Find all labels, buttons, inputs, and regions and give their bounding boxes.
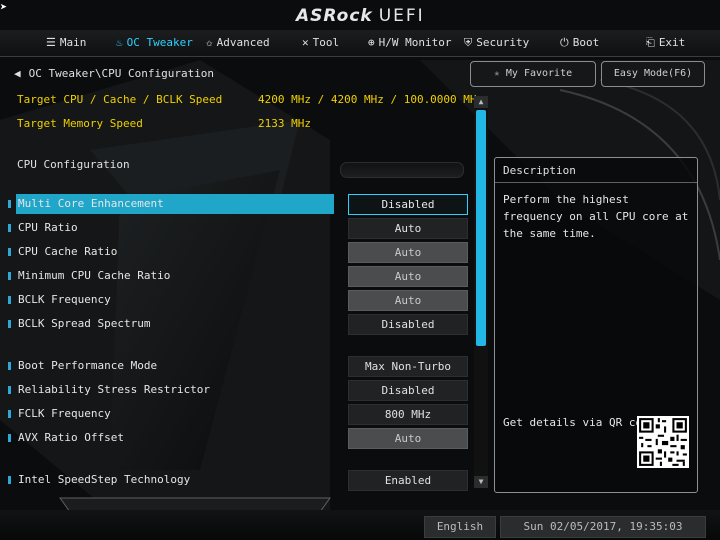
date-time-display: Sun 02/05/2017, 19:35:03	[500, 516, 706, 538]
tab-boot[interactable]: ⏻ Boot	[560, 30, 599, 56]
tab-label: H/W Monitor	[378, 36, 452, 49]
setting-label: Intel SpeedStep Technology	[18, 473, 191, 486]
description-panel: Description Perform the highest frequenc…	[494, 157, 698, 493]
setting-row-fclk-frequency[interactable]: FCLK Frequency 800 MHz	[0, 404, 470, 425]
qr-code-label: Get details via QR code	[503, 416, 656, 429]
shield-icon: ⛨	[464, 36, 473, 49]
easy-mode-label: Easy Mode(F6)	[613, 68, 693, 79]
row-bullet	[8, 248, 11, 256]
setting-value-dropdown[interactable]: Disabled	[348, 380, 468, 401]
target-cpu-label: Target CPU / Cache / BCLK Speed	[17, 93, 223, 106]
target-memory-value: 2133 MHz	[258, 117, 311, 130]
tab-label: OC Tweaker	[126, 36, 193, 49]
row-bullet	[8, 296, 11, 304]
description-divider	[495, 182, 697, 183]
tab-exit[interactable]: ⎗ Exit	[646, 30, 685, 56]
scroll-down-icon[interactable]: ▼	[474, 476, 488, 488]
brand-logo: ASRock UEFI	[296, 6, 425, 26]
tab-hw-monitor[interactable]: ⊕ H/W Monitor	[368, 30, 451, 56]
setting-row-boot-performance-mode[interactable]: Boot Performance Mode Max Non-Turbo Per.…	[0, 356, 470, 392]
tab-label: Advanced	[216, 36, 270, 49]
star-icon: ★	[493, 68, 500, 79]
setting-value-dropdown[interactable]: Auto	[348, 290, 468, 311]
row-bullet	[8, 320, 11, 328]
my-favorite-button[interactable]: ★ My Favorite	[470, 61, 596, 87]
setting-row-intel-speedstep-technology[interactable]: Intel SpeedStep Technology Enabled	[0, 470, 470, 491]
setting-value-dropdown[interactable]: Auto	[348, 266, 468, 287]
tab-label: Tool	[312, 36, 340, 49]
setting-row-cpu-cache-ratio[interactable]: CPU Cache Ratio Auto	[0, 242, 470, 263]
qr-code-icon	[637, 416, 689, 468]
setting-value-dropdown[interactable]: Max Non-Turbo Per...	[348, 356, 468, 392]
setting-value-dropdown[interactable]: Auto	[348, 242, 468, 263]
row-bullet	[8, 476, 11, 484]
my-favorite-label: My Favorite	[505, 68, 573, 79]
setting-value-dropdown[interactable]: 800 MHz	[348, 404, 468, 425]
setting-value-dropdown[interactable]: Auto	[348, 428, 468, 449]
row-bullet	[8, 272, 11, 280]
brand-name: ASRock	[296, 6, 373, 26]
setting-label: CPU Ratio	[18, 221, 78, 234]
setting-label: BCLK Frequency	[18, 293, 111, 306]
setting-label: CPU Cache Ratio	[18, 245, 118, 258]
row-bullet	[8, 200, 11, 208]
setting-row-avx-ratio-offset[interactable]: AVX Ratio Offset Auto	[0, 428, 470, 449]
row-bullet	[8, 434, 11, 442]
row-bullet	[8, 224, 11, 232]
star-icon: ✩	[206, 36, 213, 49]
breadcrumb-path: OC Tweaker\CPU Configuration	[28, 67, 215, 80]
brand-suffix: UEFI	[378, 6, 425, 26]
setting-row-bclk-spread-spectrum[interactable]: BCLK Spread Spectrum Disabled	[0, 314, 470, 335]
section-divider	[340, 162, 464, 178]
target-cpu-value: 4200 MHz / 4200 MHz / 100.0000 MHz	[258, 93, 484, 106]
setting-value-dropdown[interactable]: Disabled	[348, 194, 468, 215]
tab-main[interactable]: ☰ Main	[46, 30, 86, 56]
power-icon: ⏻	[560, 36, 569, 49]
setting-row-cpu-ratio[interactable]: CPU Ratio Auto	[0, 218, 470, 239]
setting-row-bclk-frequency[interactable]: BCLK Frequency Auto	[0, 290, 470, 311]
setting-value-dropdown[interactable]: Disabled	[348, 314, 468, 335]
breadcrumb: ◀ OC Tweaker\CPU Configuration	[14, 67, 214, 80]
scrollbar-thumb[interactable]	[476, 110, 486, 346]
scroll-up-icon[interactable]: ▲	[474, 96, 488, 108]
setting-label: Minimum CPU Cache Ratio	[18, 269, 171, 282]
setting-row-minimum-cpu-cache-ratio[interactable]: Minimum CPU Cache Ratio Auto	[0, 266, 470, 287]
tab-label: Main	[59, 36, 87, 49]
language-button[interactable]: English	[424, 516, 496, 538]
monitor-icon: ⊕	[368, 36, 375, 49]
row-bullet	[8, 362, 11, 370]
tab-label: Boot	[572, 36, 600, 49]
tab-oc-tweaker[interactable]: ♨ OC Tweaker	[116, 30, 193, 56]
target-memory-label: Target Memory Speed	[17, 117, 143, 130]
tool-icon: ✕	[302, 36, 309, 49]
description-text: Perform the highest frequency on all CPU…	[503, 193, 689, 240]
mouse-cursor-icon: ➤	[0, 0, 8, 14]
tab-advanced[interactable]: ✩ Advanced	[206, 30, 270, 56]
row-bullet	[8, 386, 11, 394]
main-menu-bar: ☰ Main ♨ OC Tweaker ✩ Advanced ✕ Tool ⊕ H/W M…	[0, 30, 720, 57]
list-icon: ☰	[46, 36, 56, 49]
setting-value-dropdown[interactable]: Enabled	[348, 470, 468, 491]
tab-label: Security	[476, 36, 530, 49]
setting-value-dropdown[interactable]: Auto	[348, 218, 468, 239]
setting-label: Reliability Stress Restrictor	[18, 383, 211, 396]
setting-label: Multi Core Enhancement	[18, 197, 164, 210]
setting-row-multi-core-enhancement[interactable]: Multi Core Enhancement Disabled	[0, 194, 470, 215]
setting-label: Boot Performance Mode	[18, 359, 158, 372]
tab-security[interactable]: ⛨ Security	[464, 30, 529, 56]
row-bullet	[8, 410, 11, 418]
setting-label: BCLK Spread Spectrum	[18, 317, 151, 330]
back-arrow-icon[interactable]: ◀	[14, 67, 21, 80]
tab-label: Exit	[658, 36, 686, 49]
section-title: CPU Configuration	[17, 158, 130, 171]
exit-icon: ⎗	[646, 36, 655, 49]
easy-mode-button[interactable]: Easy Mode(F6)	[601, 61, 705, 87]
flame-icon: ♨	[116, 36, 123, 49]
description-title: Description	[503, 164, 576, 177]
tab-tool[interactable]: ✕ Tool	[302, 30, 339, 56]
setting-row-reliability-stress-restrictor[interactable]: Reliability Stress Restrictor Disabled	[0, 380, 470, 401]
setting-label: FCLK Frequency	[18, 407, 111, 420]
setting-label: AVX Ratio Offset	[18, 431, 124, 444]
